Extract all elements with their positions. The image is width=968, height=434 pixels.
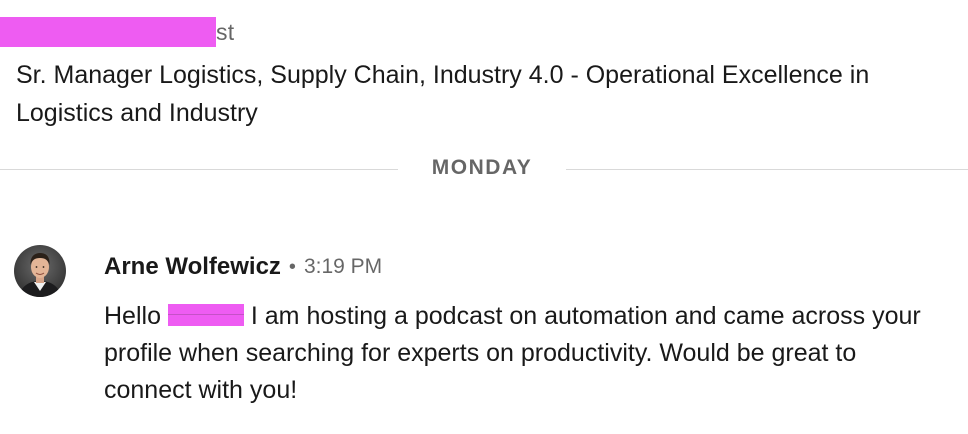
divider-rule-right <box>566 169 968 170</box>
message-timestamp: 3:19 PM <box>303 255 383 278</box>
message-greeting: Hello <box>104 302 161 330</box>
message-header: Arne Wolfewicz • 3:19 PM <box>104 250 382 284</box>
separator-dot: • <box>288 255 296 278</box>
recipient-name-redaction <box>167 304 244 326</box>
message-body: Hello I am hosting a podcast on automati… <box>104 298 944 409</box>
sender-avatar[interactable] <box>14 245 66 297</box>
person-avatar-icon <box>14 245 66 297</box>
sender-name[interactable]: Arne Wolfewicz <box>104 253 281 281</box>
profile-name[interactable]: st <box>0 14 235 50</box>
day-label: MONDAY <box>431 156 533 179</box>
day-divider: MONDAY <box>0 152 968 186</box>
divider-rule-left <box>0 169 398 170</box>
name-redaction <box>0 17 216 47</box>
profile-name-suffix: st <box>216 18 235 45</box>
profile-headline: Sr. Manager Logistics, Supply Chain, Ind… <box>16 61 870 127</box>
